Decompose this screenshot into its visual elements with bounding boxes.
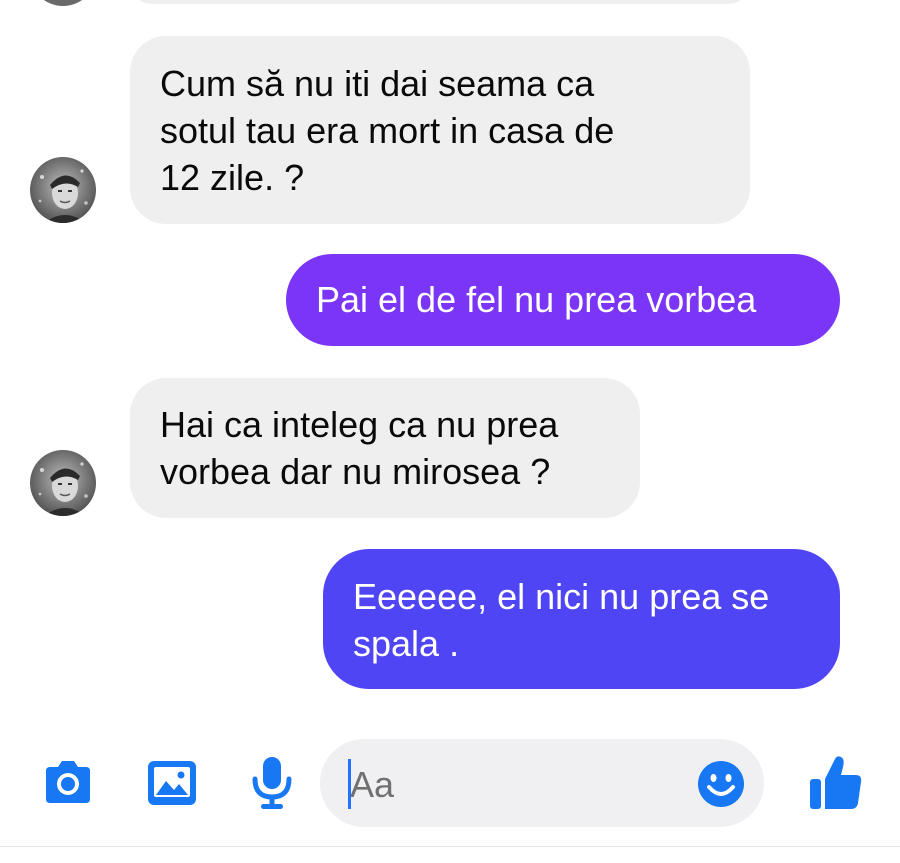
contact-avatar[interactable] bbox=[30, 157, 96, 223]
message-input[interactable]: Aa bbox=[320, 739, 764, 827]
previous-contact-avatar bbox=[30, 0, 96, 6]
thumbs-up-icon[interactable] bbox=[808, 753, 864, 811]
message-input-placeholder: Aa bbox=[350, 764, 395, 805]
previous-message-bubble bbox=[130, 0, 750, 4]
gallery-icon[interactable] bbox=[144, 755, 200, 811]
contact-avatar[interactable] bbox=[30, 450, 96, 516]
message-bubble-incoming[interactable]: Cum să nu iti dai seama ca sotul tau era… bbox=[130, 36, 750, 224]
contact-avatar-photo bbox=[30, 450, 96, 516]
microphone-icon[interactable] bbox=[244, 755, 300, 811]
message-bubble-outgoing[interactable]: Pai el de fel nu prea vorbea bbox=[286, 254, 840, 346]
message-composer: Aa bbox=[0, 735, 900, 845]
contact-avatar-photo bbox=[30, 157, 96, 223]
message-bubble-outgoing[interactable]: Eeeeee, el nici nu prea se spala . bbox=[323, 549, 840, 689]
message-bubble-incoming[interactable]: Hai ca inteleg ca nu prea vorbea dar nu … bbox=[130, 378, 640, 518]
emoji-icon[interactable] bbox=[696, 759, 746, 809]
camera-icon[interactable] bbox=[40, 755, 96, 811]
bottom-divider bbox=[0, 846, 900, 847]
